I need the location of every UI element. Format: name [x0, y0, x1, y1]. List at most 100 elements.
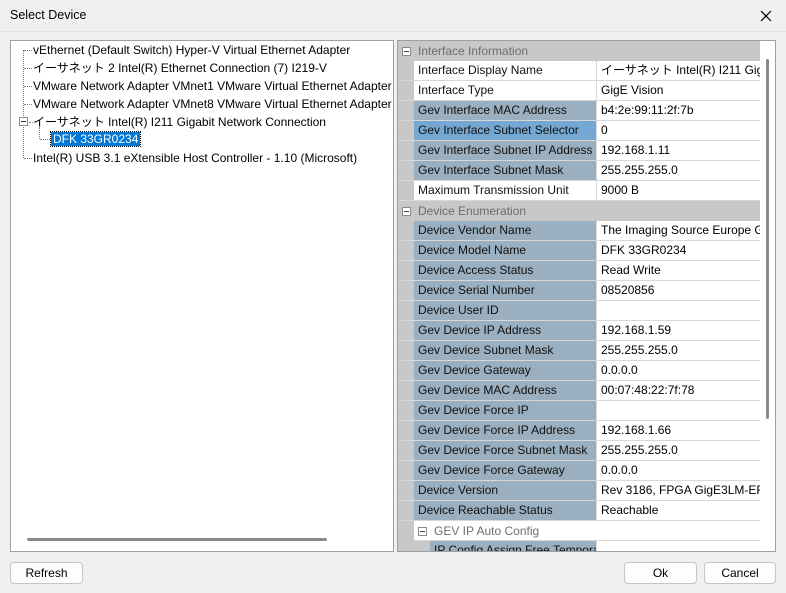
property-name: Device User ID: [414, 301, 597, 320]
row-gutter: [398, 221, 414, 240]
tree-connector: [24, 68, 32, 69]
property-row[interactable]: Gev Device MAC Address 00:07:48:22:7f:78: [398, 381, 761, 401]
ok-button[interactable]: Ok: [624, 562, 697, 584]
property-name: Gev Interface MAC Address: [414, 101, 597, 120]
property-value[interactable]: [597, 401, 761, 420]
vertical-scrollbar[interactable]: [760, 41, 775, 551]
category-header[interactable]: Device Enumeration: [398, 201, 761, 221]
row-gutter: [398, 121, 414, 140]
property-row[interactable]: Maximum Transmission Unit 9000 B: [398, 181, 761, 201]
tree-node[interactable]: VMware Network Adapter VMnet1 VMware Vir…: [33, 77, 392, 95]
subcategory-header[interactable]: GEV IP Auto Config: [398, 521, 761, 541]
scrollbar-thumb[interactable]: [766, 59, 769, 419]
row-gutter: [398, 381, 414, 400]
collapse-icon[interactable]: [418, 527, 427, 536]
property-name: Interface Type: [414, 81, 597, 100]
property-row[interactable]: Gev Device IP Address 192.168.1.59: [398, 321, 761, 341]
tree-node-label: vEthernet (Default Switch) Hyper-V Virtu…: [33, 43, 351, 57]
property-name: Gev Interface Subnet Mask: [414, 161, 597, 180]
property-value[interactable]: 9000 B: [597, 181, 761, 200]
property-value[interactable]: 192.168.1.59: [597, 321, 761, 340]
property-row[interactable]: Device Serial Number 08520856: [398, 281, 761, 301]
row-gutter: [398, 281, 414, 300]
property-name: Gev Device Force Gateway: [414, 461, 597, 480]
cancel-button[interactable]: Cancel: [704, 562, 776, 584]
property-value[interactable]: 255.255.255.0: [597, 161, 761, 180]
property-value[interactable]: [597, 541, 761, 551]
window-title: Select Device: [10, 8, 87, 22]
title-bar: Select Device: [0, 0, 786, 32]
property-name: Device Vendor Name: [414, 221, 597, 240]
property-row[interactable]: Gev Interface Subnet Mask 255.255.255.0: [398, 161, 761, 181]
tree-node-label: DFK 33GR0234: [49, 131, 142, 147]
category-header[interactable]: Interface Information: [398, 41, 761, 61]
tree-node[interactable]: VMware Network Adapter VMnet8 VMware Vir…: [33, 95, 392, 113]
tree-node[interactable]: イーサネット 2 Intel(R) Ethernet Connection (7…: [33, 59, 327, 77]
collapse-icon[interactable]: [402, 207, 411, 216]
property-row[interactable]: Gev Interface Subnet IP Address 192.168.1…: [398, 141, 761, 161]
device-tree[interactable]: vEthernet (Default Switch) Hyper-V Virtu…: [10, 40, 394, 552]
property-value[interactable]: Read Write: [597, 261, 761, 280]
tree-node-selected[interactable]: DFK 33GR0234: [49, 130, 142, 148]
collapse-icon[interactable]: [402, 47, 411, 56]
property-value[interactable]: 0.0.0.0: [597, 361, 761, 380]
collapse-icon[interactable]: [19, 117, 28, 126]
property-name: Gev Device IP Address: [414, 321, 597, 340]
property-name: Device Serial Number: [414, 281, 597, 300]
property-value[interactable]: b4:2e:99:11:2f:7b: [597, 101, 761, 120]
tree-node[interactable]: vEthernet (Default Switch) Hyper-V Virtu…: [33, 41, 350, 59]
property-row[interactable]: Gev Interface Subnet Selector 0: [398, 121, 761, 141]
tree-node[interactable]: Intel(R) USB 3.1 eXtensible Host Control…: [33, 149, 357, 167]
property-row[interactable]: Gev Device Subnet Mask 255.255.255.0: [398, 341, 761, 361]
property-value[interactable]: 255.255.255.0: [597, 341, 761, 360]
row-gutter: [398, 421, 414, 440]
property-row[interactable]: Interface Display Name イーサネット Intel(R) I2…: [398, 61, 761, 81]
property-row[interactable]: Device Model Name DFK 33GR0234: [398, 241, 761, 261]
property-row[interactable]: Device Access Status Read Write: [398, 261, 761, 281]
property-row[interactable]: Gev Device Gateway 0.0.0.0: [398, 361, 761, 381]
row-gutter: [398, 161, 414, 180]
row-gutter: [398, 101, 414, 120]
property-value[interactable]: GigE Vision: [597, 81, 761, 100]
property-row[interactable]: Device Reachable Status Reachable: [398, 501, 761, 521]
row-gutter: [398, 81, 414, 100]
property-value[interactable]: DFK 33GR0234: [597, 241, 761, 260]
property-value[interactable]: [597, 301, 761, 320]
property-row[interactable]: Device Vendor Name The Imaging Source Eur…: [398, 221, 761, 241]
property-value[interactable]: 0: [597, 121, 761, 140]
row-gutter: [398, 401, 414, 420]
tree-connector: [24, 50, 32, 51]
property-value[interactable]: The Imaging Source Europe Gr: [597, 221, 761, 240]
tree-connector: [24, 158, 32, 159]
property-name: Gev Interface Subnet Selector: [414, 121, 597, 140]
property-row[interactable]: Interface Type GigE Vision: [398, 81, 761, 101]
property-grid[interactable]: Interface Information Interface Display N…: [397, 40, 776, 552]
property-row[interactable]: IP Config Assign Free Temporary: [398, 541, 761, 551]
horizontal-scrollbar[interactable]: [27, 538, 327, 541]
category-label: GEV IP Auto Config: [434, 524, 540, 538]
close-button[interactable]: [746, 0, 786, 32]
property-value[interactable]: 0.0.0.0: [597, 461, 761, 480]
property-value[interactable]: Reachable: [597, 501, 761, 520]
property-row[interactable]: Gev Device Force IP: [398, 401, 761, 421]
property-value[interactable]: イーサネット Intel(R) I211 Gigabit: [597, 61, 761, 80]
property-row[interactable]: Gev Device Force Subnet Mask 255.255.255.…: [398, 441, 761, 461]
property-value[interactable]: 192.168.1.66: [597, 421, 761, 440]
row-gutter: [398, 341, 414, 360]
property-value[interactable]: 192.168.1.11: [597, 141, 761, 160]
close-icon: [760, 10, 772, 22]
property-row[interactable]: Gev Device Force Gateway 0.0.0.0: [398, 461, 761, 481]
row-gutter: [398, 321, 414, 340]
property-value[interactable]: 08520856: [597, 281, 761, 300]
tree-node[interactable]: イーサネット Intel(R) I211 Gigabit Network Con…: [33, 113, 326, 131]
property-value[interactable]: 00:07:48:22:7f:78: [597, 381, 761, 400]
property-row[interactable]: Gev Interface MAC Address b4:2e:99:11:2f:…: [398, 101, 761, 121]
tree-connector: [24, 86, 32, 87]
property-row[interactable]: Gev Device Force IP Address 192.168.1.66: [398, 421, 761, 441]
property-value[interactable]: 255.255.255.0: [597, 441, 761, 460]
property-value[interactable]: Rev 3186, FPGA GigE3LM-EFX:: [597, 481, 761, 500]
row-gutter: [398, 141, 414, 160]
property-row[interactable]: Device Version Rev 3186, FPGA GigE3LM-EFX…: [398, 481, 761, 501]
property-row[interactable]: Device User ID: [398, 301, 761, 321]
refresh-button[interactable]: Refresh: [10, 562, 83, 584]
